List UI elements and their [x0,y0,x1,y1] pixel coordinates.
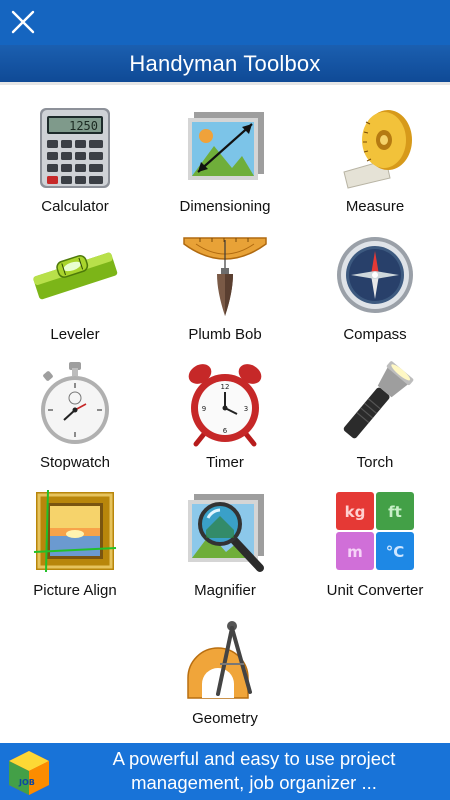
dimensioning-icon [188,112,264,180]
tool-leveler[interactable]: Leveler [0,216,150,344]
tool-torch[interactable]: Torch [300,344,450,472]
tool-stopwatch[interactable]: Stopwatch [0,344,150,472]
unit-tile-celsius: °C [386,543,405,561]
tool-picture-align[interactable]: Picture Align [0,472,150,600]
tool-timer[interactable]: 12 3 6 9 Timer [150,344,300,472]
tool-magnifier[interactable]: Magnifier [150,472,300,600]
tool-label: Compass [343,326,407,343]
ad-banner[interactable]: JOB A powerful and easy to use project m… [0,743,450,800]
unit-tile-ft: ft [388,503,402,521]
tool-label: Unit Converter [326,582,424,599]
tool-label: Magnifier [194,582,256,599]
picture-frame-icon [33,489,117,573]
svg-text:3: 3 [244,405,248,413]
calculator-icon: 1250 [40,108,110,188]
svg-text:6: 6 [223,427,228,435]
tool-geometry[interactable]: Geometry [150,600,300,728]
calculator-display: 1250 [69,119,98,133]
compass-icon [337,237,413,313]
title-bar: Handyman Toolbox [0,45,450,85]
tool-unit-converter[interactable]: kg ft m °C Unit Converter [300,472,450,600]
close-icon [11,10,35,34]
tool-label: Timer [206,454,244,471]
alarm-clock-icon: 12 3 6 9 [188,364,262,447]
svg-text:12: 12 [221,383,230,391]
tool-label: Dimensioning [179,198,271,215]
tool-dimensioning[interactable]: Dimensioning [150,88,300,216]
ad-text: A powerful and easy to use project manag… [112,748,396,793]
flashlight-icon [343,361,414,439]
job-organizer-logo-icon: JOB [9,751,49,795]
tool-label: Torch [356,454,394,471]
spirit-level-icon [33,252,118,300]
plumb-bob-icon [183,237,267,316]
tool-plumb-bob[interactable]: Plumb Bob [150,216,300,344]
unit-tile-m: m [347,543,363,561]
unit-tile-kg: kg [345,503,366,521]
tape-measure-icon [343,110,412,189]
top-app-bar [0,0,450,45]
tool-measure[interactable]: Measure [300,88,450,216]
tool-label: Measure [345,198,405,215]
magnifier-icon [188,494,264,572]
stopwatch-icon [41,362,109,444]
tool-label: Calculator [41,198,109,215]
tool-label: Leveler [50,326,100,343]
page-title: Handyman Toolbox [129,50,321,76]
tool-label: Geometry [192,710,258,727]
tool-calculator[interactable]: 1250 Calculator [0,88,150,216]
tool-label: Plumb Bob [188,326,262,343]
unit-converter-icon: kg ft m °C [336,492,414,570]
svg-text:9: 9 [202,405,206,413]
close-button[interactable] [6,5,40,39]
tool-compass[interactable]: Compass [300,216,450,344]
tool-label: Stopwatch [39,454,111,471]
tool-label: Picture Align [33,582,117,599]
ad-logo-text: JOB [18,778,35,787]
geometry-icon [187,621,252,699]
